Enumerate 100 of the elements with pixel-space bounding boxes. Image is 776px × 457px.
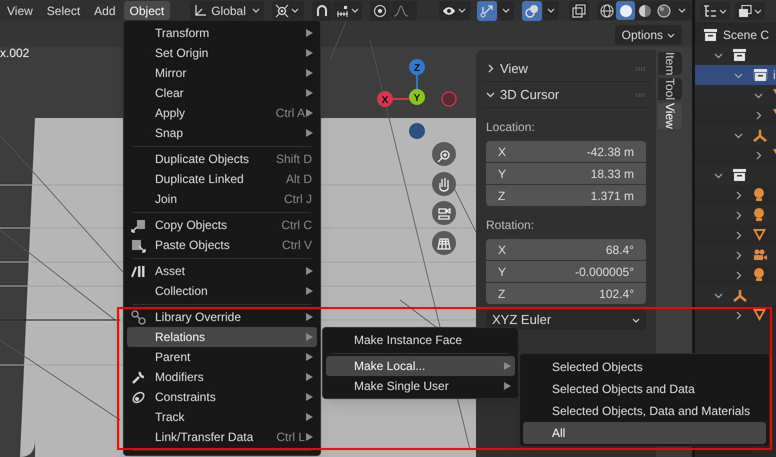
snap-toggle[interactable] (312, 0, 332, 20)
chevron-icon[interactable] (714, 290, 723, 300)
outliner-row[interactable]: i (695, 65, 776, 85)
number-field[interactable]: Z 102.4° (486, 283, 646, 304)
negative-axis-handle[interactable] (441, 91, 457, 107)
snap-increment-icon (336, 4, 350, 16)
chevron-icon[interactable] (734, 210, 743, 220)
menu-item[interactable]: Duplicate Objects Shift D (127, 149, 317, 169)
menu-item-label: Library Override (155, 309, 242, 326)
menu-item[interactable]: Mirror (127, 63, 317, 83)
menu-item[interactable]: Set Origin (127, 43, 317, 63)
caret-icon (667, 32, 675, 38)
number-field[interactable]: Y 18.33 m (486, 163, 646, 184)
menu-item[interactable]: Selected Objects and Data (523, 378, 766, 400)
axis-label: Y (498, 264, 508, 280)
chevron-icon[interactable] (734, 190, 743, 200)
panel-section-header[interactable]: View (482, 56, 650, 82)
falloff-dropdown[interactable] (391, 1, 418, 20)
menu-item[interactable]: Relations (127, 327, 317, 347)
submenu-arrow-icon (306, 29, 313, 37)
chevron-icon[interactable] (754, 90, 763, 100)
header-menu-item[interactable]: View (1, 1, 39, 20)
menu-item[interactable]: Paste Objects Ctrl V (127, 235, 317, 255)
options-button[interactable]: Options (614, 25, 682, 45)
menu-item[interactable]: Track (127, 407, 317, 427)
number-field[interactable]: X 68.4° (486, 239, 646, 260)
chevron-icon[interactable] (734, 230, 743, 240)
number-field[interactable]: Y -0.000005° (486, 261, 646, 282)
chevron-icon[interactable] (714, 50, 723, 60)
axis-handle[interactable]: Y (409, 89, 425, 105)
chevron-icon[interactable] (734, 270, 743, 280)
menu-item[interactable]: Constraints (127, 387, 317, 407)
snap-target-dropdown[interactable] (333, 1, 362, 20)
menu-item-label: Collection (155, 283, 209, 300)
proportional-toggle[interactable] (370, 0, 390, 20)
shortcut-text: Ctrl L (276, 429, 305, 446)
list-tree-icon (703, 4, 717, 18)
books-icon (131, 264, 146, 278)
menu-item[interactable]: Parent (127, 347, 317, 367)
menu-item[interactable]: Selected Objects (523, 356, 766, 378)
menu-item[interactable]: Collection (127, 281, 317, 301)
axis-handle[interactable]: X (377, 91, 393, 107)
chevron-icon[interactable] (754, 150, 763, 160)
header-menu-item[interactable]: Object (124, 1, 170, 20)
menu-item[interactable]: Clear (127, 83, 317, 103)
visibility-dropdown[interactable] (439, 1, 472, 20)
shading-mode-button[interactable] (616, 1, 636, 20)
menu-item[interactable]: Link/Transfer Data Ctrl L (127, 427, 317, 447)
menu-item[interactable]: Copy Objects Ctrl C (127, 215, 317, 235)
chevron-icon[interactable] (734, 250, 743, 260)
menu-item[interactable]: Asset (127, 261, 317, 281)
menu-item[interactable]: Library Override (127, 307, 317, 327)
caret-icon (351, 8, 360, 13)
sidebar-tab[interactable]: Tool (658, 78, 682, 100)
number-field[interactable]: X -42.38 m (486, 141, 646, 162)
submenu-arrow-icon (306, 287, 313, 295)
rotation-mode-dropdown[interactable]: XYZ Euler (486, 310, 646, 330)
menu-item[interactable]: Transform (127, 23, 317, 43)
negative-axis-handle[interactable] (409, 123, 425, 139)
display-mode-dropdown[interactable] (700, 2, 730, 20)
header-menu-item[interactable]: Add (88, 1, 122, 20)
menu-item[interactable]: Make Single User (326, 376, 515, 396)
menu-item[interactable]: Snap (127, 123, 317, 143)
section-title: 3D Cursor (500, 86, 560, 104)
axis-handle[interactable]: Z (409, 59, 425, 75)
sidebar-tab[interactable]: Item (658, 52, 682, 76)
header-menu-item[interactable]: Select (40, 1, 86, 20)
image-stack-icon (738, 4, 752, 18)
gizmos-toggle[interactable] (477, 0, 498, 20)
menu-item[interactable]: Duplicate Linked Alt D (127, 169, 317, 189)
chevron-icon[interactable] (714, 170, 723, 180)
chevron-icon[interactable] (734, 130, 743, 140)
chevron-icon[interactable] (754, 110, 763, 120)
menu-item[interactable]: Make Instance Face (326, 330, 515, 350)
panel-section-header[interactable]: 3D Cursor (482, 82, 650, 108)
gizmo-dropdown[interactable] (498, 1, 514, 20)
chevron-icon[interactable] (734, 70, 743, 80)
object-name-label: x.002 (0, 45, 30, 62)
axis-label: Z (498, 188, 506, 204)
overlays-toggle[interactable] (522, 0, 542, 20)
xray-toggle[interactable] (569, 0, 590, 20)
pivot-dropdown[interactable] (272, 1, 304, 20)
camera-icon (753, 249, 767, 261)
menu-item[interactable]: Make Local... (326, 356, 515, 376)
half-shaded-sphere-icon (638, 4, 652, 18)
overlay-dropdown[interactable] (543, 1, 560, 20)
sidebar-tab[interactable]: View (658, 103, 682, 130)
menu-item[interactable]: Apply Ctrl A (127, 103, 317, 123)
menu-item[interactable]: Selected Objects, Data and Materials (523, 400, 766, 422)
orientation-dropdown[interactable]: Global (190, 1, 264, 20)
chevron-icon[interactable] (734, 310, 743, 320)
menu-item[interactable]: Join Ctrl J (127, 189, 317, 209)
filter-dropdown[interactable] (735, 2, 765, 20)
submenu-arrow-icon (306, 267, 313, 275)
shortcut-text: Ctrl V (282, 237, 312, 254)
copy-icon (131, 218, 146, 232)
menu-item[interactable]: Modifiers (127, 367, 317, 387)
menu-item[interactable]: All (523, 422, 766, 444)
number-field[interactable]: Z 1.371 m (486, 185, 646, 206)
location-label: Location: (486, 119, 536, 136)
